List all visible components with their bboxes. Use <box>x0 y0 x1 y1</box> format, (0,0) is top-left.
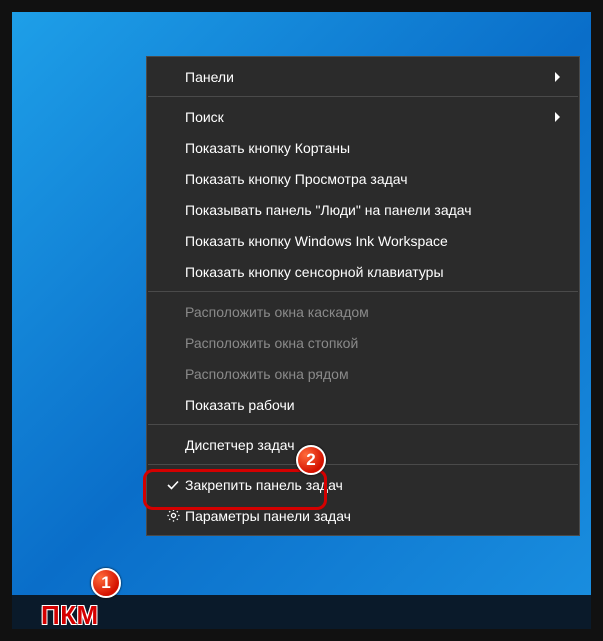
menu-item-label: Закрепить панель задач <box>185 477 565 493</box>
menu-item-label: Параметры панели задач <box>185 508 565 524</box>
menu-item-label: Поиск <box>185 109 551 125</box>
menu-item-show-cortana[interactable]: Показать кнопку Кортаны <box>147 132 579 163</box>
gear-icon <box>161 508 185 523</box>
menu-separator <box>148 291 578 292</box>
menu-separator <box>148 96 578 97</box>
menu-item-cascade: Расположить окна каскадом <box>147 296 579 327</box>
menu-item-show-desktop[interactable]: Показать рабочи <box>147 389 579 420</box>
menu-item-label: Показывать панель "Люди" на панели задач <box>185 202 565 218</box>
menu-item-label: Показать кнопку Windows Ink Workspace <box>185 233 565 249</box>
taskbar-context-menu: Панели Поиск Показать кнопку Кортаны П <box>146 56 580 536</box>
menu-item-show-taskview[interactable]: Показать кнопку Просмотра задач <box>147 163 579 194</box>
screenshot-frame: Панели Поиск Показать кнопку Кортаны П <box>0 0 603 641</box>
annotation-badge-1: 1 <box>91 568 121 598</box>
menu-item-label: Диспетчер задач <box>185 437 565 453</box>
menu-item-show-people[interactable]: Показывать панель "Люди" на панели задач <box>147 194 579 225</box>
chevron-right-icon <box>551 71 565 83</box>
desktop-background[interactable]: Панели Поиск Показать кнопку Кортаны П <box>12 12 591 629</box>
annotation-pkm-label: ПКМ <box>41 600 99 631</box>
chevron-right-icon <box>551 111 565 123</box>
menu-item-label: Показать кнопку сенсорной клавиатуры <box>185 264 565 280</box>
menu-item-sidebyside: Расположить окна рядом <box>147 358 579 389</box>
menu-item-stacked: Расположить окна стопкой <box>147 327 579 358</box>
menu-item-panels[interactable]: Панели <box>147 61 579 92</box>
menu-item-label: Показать рабочи <box>185 397 565 413</box>
annotation-badge-label: 2 <box>306 450 315 470</box>
menu-item-show-touchkb[interactable]: Показать кнопку сенсорной клавиатуры <box>147 256 579 287</box>
menu-item-label: Показать кнопку Просмотра задач <box>185 171 565 187</box>
menu-item-task-manager[interactable]: Диспетчер задач <box>147 429 579 460</box>
check-icon <box>161 478 185 492</box>
menu-item-label: Расположить окна рядом <box>185 366 565 382</box>
menu-item-label: Расположить окна каскадом <box>185 304 565 320</box>
menu-item-show-ink[interactable]: Показать кнопку Windows Ink Workspace <box>147 225 579 256</box>
menu-item-search[interactable]: Поиск <box>147 101 579 132</box>
menu-item-taskbar-settings[interactable]: Параметры панели задач <box>147 500 579 531</box>
menu-item-label: Расположить окна стопкой <box>185 335 565 351</box>
menu-item-label: Показать кнопку Кортаны <box>185 140 565 156</box>
annotation-badge-label: 1 <box>101 573 110 593</box>
menu-item-lock-taskbar[interactable]: Закрепить панель задач <box>147 469 579 500</box>
taskbar[interactable] <box>12 595 591 629</box>
menu-separator <box>148 464 578 465</box>
annotation-badge-2: 2 <box>296 445 326 475</box>
menu-item-label: Панели <box>185 69 551 85</box>
menu-separator <box>148 424 578 425</box>
